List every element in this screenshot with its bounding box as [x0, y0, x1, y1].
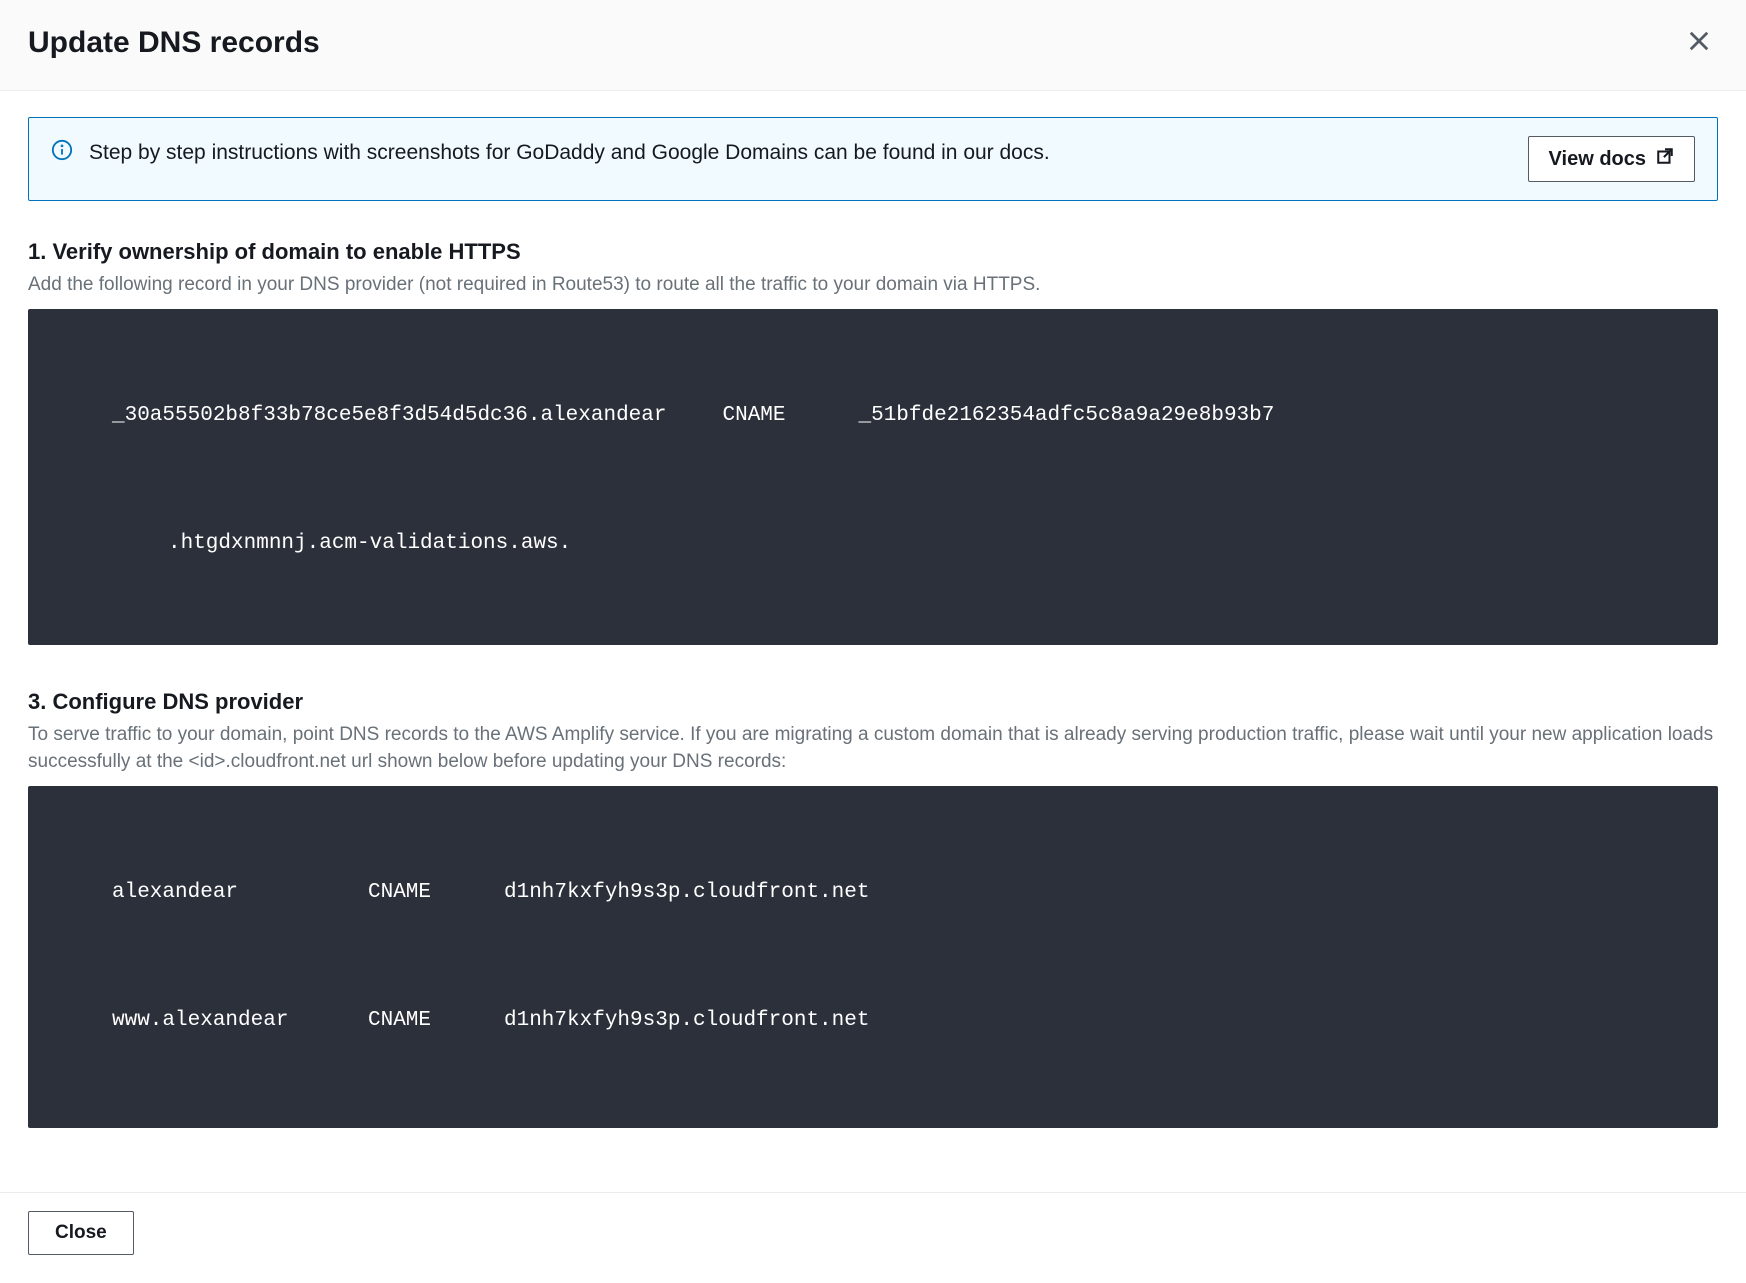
info-banner-text: Step by step instructions with screensho… — [89, 136, 1050, 171]
record-name: alexandear — [112, 877, 312, 909]
modal-header: Update DNS records — [0, 0, 1746, 91]
verification-record-block: _30a55502b8f33b78ce5e8f3d54d5dc36.alexan… — [28, 309, 1718, 645]
configure-dns-section: 3. Configure DNS provider To serve traff… — [28, 689, 1718, 1128]
record-value: d1nh7kxfyh9s3p.cloudfront.net — [504, 877, 869, 909]
dns-records-block: alexandear CNAME d1nh7kxfyh9s3p.cloudfro… — [28, 786, 1718, 1128]
dns-record-row: www.alexandear CNAME d1nh7kxfyh9s3p.clou… — [112, 999, 1690, 1043]
section-1-title: 1. Verify ownership of domain to enable … — [28, 239, 1718, 265]
record-type: CNAME — [723, 400, 803, 432]
modal-title: Update DNS records — [28, 26, 320, 60]
record-type: CNAME — [368, 877, 448, 909]
verify-ownership-section: 1. Verify ownership of domain to enable … — [28, 239, 1718, 645]
record-value-part1: _51bfde2162354adfc5c8a9a29e8b93b7 — [859, 400, 1275, 432]
modal-body: Step by step instructions with screensho… — [0, 91, 1746, 1192]
section-3-title: 3. Configure DNS provider — [28, 689, 1718, 715]
view-docs-label: View docs — [1549, 148, 1646, 171]
info-banner: Step by step instructions with screensho… — [28, 117, 1718, 201]
close-icon[interactable] — [1680, 24, 1718, 62]
view-docs-button[interactable]: View docs — [1528, 136, 1695, 182]
section-3-description: To serve traffic to your domain, point D… — [28, 721, 1718, 776]
record-value: d1nh7kxfyh9s3p.cloudfront.net — [504, 1005, 869, 1037]
modal-footer: Close — [0, 1192, 1746, 1283]
verification-record-row: _30a55502b8f33b78ce5e8f3d54d5dc36.alexan… — [112, 394, 1690, 438]
external-link-icon — [1656, 147, 1674, 171]
dns-records-modal: Update DNS records Step by step instruct… — [0, 0, 1746, 1283]
record-type: CNAME — [368, 1005, 448, 1037]
section-1-description: Add the following record in your DNS pro… — [28, 271, 1718, 299]
record-name: _30a55502b8f33b78ce5e8f3d54d5dc36.alexan… — [112, 400, 667, 432]
record-value-part2: .htgdxnmnnj.acm-validations.aws. — [112, 500, 1690, 560]
close-button[interactable]: Close — [28, 1211, 134, 1255]
dns-record-row: alexandear CNAME d1nh7kxfyh9s3p.cloudfro… — [112, 871, 1690, 915]
info-icon — [51, 139, 73, 161]
record-name: www.alexandear — [112, 1005, 312, 1037]
info-banner-content: Step by step instructions with screensho… — [51, 136, 1504, 171]
